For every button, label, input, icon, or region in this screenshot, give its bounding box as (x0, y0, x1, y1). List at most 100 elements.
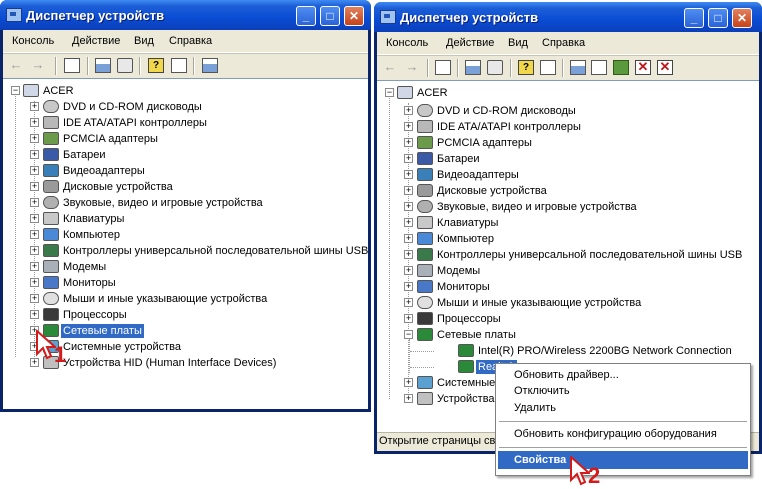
expand-toggle-icon[interactable]: + (404, 122, 413, 131)
expand-toggle-icon[interactable]: + (30, 262, 39, 271)
expand-toggle-icon[interactable]: + (404, 170, 413, 179)
expand-toggle-icon[interactable]: + (404, 298, 413, 307)
expand-toggle-icon[interactable]: + (404, 266, 413, 275)
network-card-icon (458, 360, 474, 373)
forward-arrow-icon[interactable]: → (30, 58, 46, 73)
tree-item-label: PCMCIA адаптеры (63, 133, 158, 145)
scan-hardware-icon[interactable] (202, 58, 218, 73)
minimize-button[interactable]: _ (296, 6, 316, 26)
menu-properties[interactable]: Свойства (498, 451, 748, 469)
collapse-toggle-icon[interactable]: − (11, 86, 20, 95)
computer-icon (43, 228, 59, 241)
back-arrow-icon[interactable]: ← (382, 60, 398, 75)
menu-separator (499, 421, 747, 422)
expand-toggle-icon[interactable]: + (30, 118, 39, 127)
expand-toggle-icon[interactable]: + (30, 166, 39, 175)
help-icon[interactable]: ? (518, 60, 534, 75)
expand-toggle-icon[interactable]: + (404, 282, 413, 291)
minimize-button[interactable]: _ (684, 8, 704, 28)
expand-toggle-icon[interactable]: + (30, 214, 39, 223)
tree-item-label: PCMCIA адаптеры (437, 137, 532, 149)
tree-item-label: Контроллеры универсальной последовательн… (63, 245, 369, 257)
show-hide-icon[interactable] (171, 58, 187, 73)
toolbar-separator (87, 57, 89, 75)
tree-item-label: Процессоры (437, 313, 501, 325)
title-bar[interactable]: Диспетчер устройств _ □ ✕ (0, 0, 371, 30)
forward-arrow-icon[interactable]: → (404, 60, 420, 75)
expand-toggle-icon[interactable]: + (404, 106, 413, 115)
menu-view[interactable]: Вид (508, 37, 528, 49)
uninstall-device-icon[interactable]: ✕ (657, 60, 673, 75)
menu-uninstall[interactable]: Удалить (498, 399, 748, 417)
cpu-icon (43, 308, 59, 321)
menu-console[interactable]: Консоль (12, 35, 54, 47)
menu-disable[interactable]: Отключить (498, 382, 748, 400)
maximize-button[interactable]: □ (708, 8, 728, 28)
close-button[interactable]: ✕ (344, 6, 364, 26)
expand-toggle-icon[interactable]: + (30, 102, 39, 111)
collapse-toggle-icon[interactable]: − (404, 330, 413, 339)
callout-1: 1 (54, 342, 67, 367)
tree-root-label: ACER (417, 87, 448, 99)
expand-toggle-icon[interactable]: + (30, 246, 39, 255)
monitor-icon (43, 276, 59, 289)
expand-toggle-icon[interactable]: + (30, 150, 39, 159)
tree-item-label: Устройства (437, 393, 495, 405)
tree-item-label: Мыши и иные указывающие устройства (437, 297, 642, 309)
tree-root-label: ACER (43, 85, 74, 97)
title-bar[interactable]: Диспетчер устройств _ □ ✕ (374, 2, 762, 32)
tree-item-label: Мониторы (437, 281, 490, 293)
update-driver-icon[interactable] (591, 60, 607, 75)
window-title: Диспетчер устройств (400, 10, 539, 25)
console-tree-icon[interactable] (435, 60, 451, 75)
menu-help[interactable]: Справка (542, 37, 585, 49)
expand-toggle-icon[interactable]: + (404, 250, 413, 259)
network-icon[interactable] (613, 60, 629, 75)
expand-toggle-icon[interactable]: + (404, 394, 413, 403)
tree-item-label: Сетевые платы (437, 329, 516, 341)
print-icon[interactable] (117, 58, 133, 73)
disc-icon (417, 104, 433, 117)
menu-scan-hardware[interactable]: Обновить конфигурацию оборудования (498, 425, 748, 443)
computer-icon (23, 84, 39, 97)
expand-toggle-icon[interactable]: + (30, 278, 39, 287)
scan-hardware-icon[interactable] (570, 60, 586, 75)
expand-toggle-icon[interactable]: + (30, 182, 39, 191)
maximize-button[interactable]: □ (320, 6, 340, 26)
tree-item-label: DVD и CD-ROM дисководы (437, 105, 576, 117)
back-arrow-icon[interactable]: ← (8, 58, 24, 73)
console-tree-icon[interactable] (64, 58, 80, 73)
expand-toggle-icon[interactable]: + (404, 138, 413, 147)
show-hide-icon[interactable] (540, 60, 556, 75)
expand-toggle-icon[interactable]: + (30, 134, 39, 143)
expand-toggle-icon[interactable]: + (30, 230, 39, 239)
expand-toggle-icon[interactable]: + (404, 202, 413, 211)
menu-console[interactable]: Консоль (386, 37, 428, 49)
help-icon[interactable]: ? (148, 58, 164, 73)
print-icon[interactable] (487, 60, 503, 75)
expand-toggle-icon[interactable]: + (30, 294, 39, 303)
expand-toggle-icon[interactable]: + (30, 198, 39, 207)
expand-toggle-icon[interactable]: + (404, 234, 413, 243)
properties-icon[interactable] (465, 60, 481, 75)
menu-help[interactable]: Справка (169, 35, 212, 47)
tree-item-label: Клавиатуры (437, 217, 499, 229)
tree-item-label: Устройства HID (Human Interface Devices) (63, 357, 277, 369)
menu-action[interactable]: Действие (72, 35, 120, 47)
collapse-toggle-icon[interactable]: − (385, 88, 394, 97)
menu-view[interactable]: Вид (134, 35, 154, 47)
expand-toggle-icon[interactable]: + (30, 310, 39, 319)
expand-toggle-icon[interactable]: + (404, 378, 413, 387)
expand-toggle-icon[interactable]: + (404, 314, 413, 323)
expand-toggle-icon[interactable]: + (404, 154, 413, 163)
expand-toggle-icon[interactable]: + (404, 218, 413, 227)
keyboard-icon (43, 212, 59, 225)
device-manager-app-icon (380, 10, 396, 24)
tree-item-label: Процессоры (63, 309, 127, 321)
expand-toggle-icon[interactable]: + (404, 186, 413, 195)
tree-item-label: Системные устройства (63, 341, 182, 353)
properties-icon[interactable] (95, 58, 111, 73)
menu-action[interactable]: Действие (446, 37, 494, 49)
close-button[interactable]: ✕ (732, 8, 752, 28)
disable-device-icon[interactable]: ✕ (635, 60, 651, 75)
